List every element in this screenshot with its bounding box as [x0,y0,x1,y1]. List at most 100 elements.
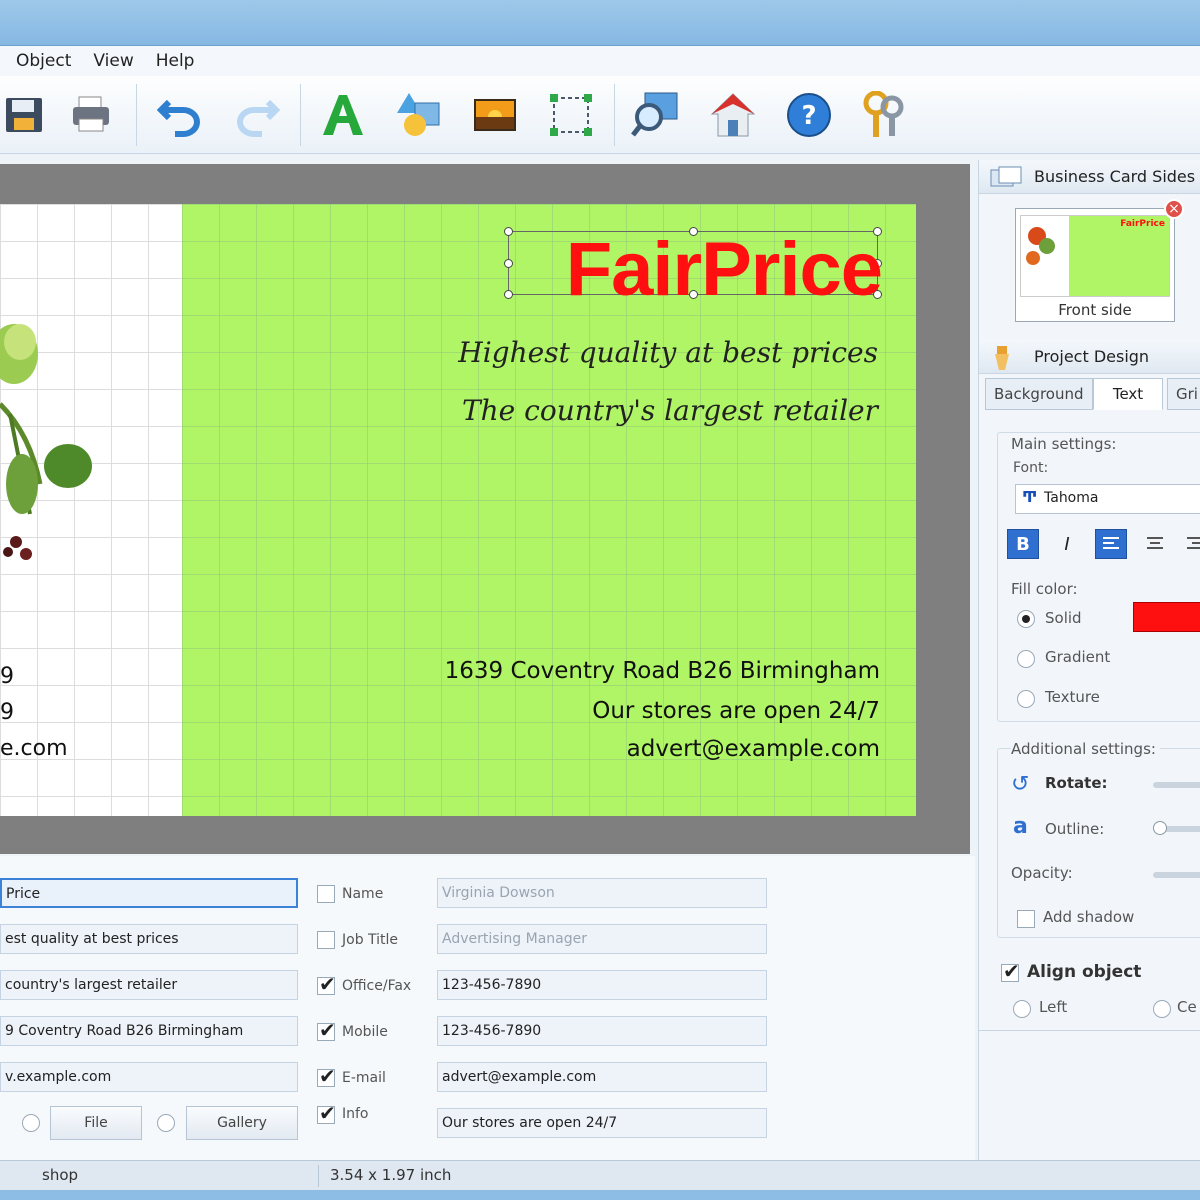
image-icon [474,99,516,131]
card-slogan-2[interactable]: The country's largest retailer [462,394,878,427]
tab-background[interactable]: Background [985,378,1093,410]
checkbox-job-title[interactable] [317,931,335,949]
partial-text: 9 [0,700,14,725]
radio-file[interactable] [22,1114,40,1132]
resize-handle[interactable] [504,227,513,236]
front-side-label: Front side [1058,301,1132,319]
zoom-icon [631,92,678,137]
field-website[interactable]: v.example.com [0,1062,298,1092]
bold-button[interactable]: B [1007,529,1039,559]
card-brand-text[interactable]: FairPrice [566,226,883,313]
align-center-button[interactable] [1139,529,1171,559]
add-shape-button[interactable] [394,90,444,140]
field-office-fax[interactable]: 123-456-7890 [437,970,767,1000]
vegetables-image [0,324,92,560]
home-icon [710,93,756,137]
redo-icon [237,99,280,137]
add-image-button[interactable] [470,90,520,140]
design-canvas[interactable]: 9 9 e.com FairPrice Highest quality at b… [0,164,970,854]
radio-texture[interactable] [1017,690,1035,708]
tab-grid[interactable]: Gri [1167,378,1200,410]
menu-help[interactable]: Help [156,51,195,71]
radio-align-center[interactable] [1153,1000,1171,1018]
rotate-slider[interactable] [1153,782,1200,788]
checkbox-office-fax[interactable] [317,972,336,996]
font-select[interactable]: Tahoma [1015,484,1200,514]
resize-handle[interactable] [504,259,513,268]
text-tool-icon [323,95,363,135]
field-company[interactable]: Price [0,878,298,908]
checkbox-add-shadow[interactable] [1017,910,1035,928]
field-email[interactable]: advert@example.com [437,1062,767,1092]
undo-button[interactable] [155,90,205,140]
fill-color-swatch[interactable] [1133,602,1200,632]
checkbox-mobile[interactable] [317,1018,336,1042]
close-icon[interactable]: × [1164,199,1184,219]
card-fields-form: Price est quality at best prices country… [0,856,975,1160]
checkbox-email[interactable] [317,1064,336,1088]
align-left-button[interactable] [1095,529,1127,559]
toolbar: ? [0,76,1200,154]
checkbox-align-object[interactable] [1001,959,1020,983]
checkbox-name[interactable] [317,885,335,903]
radio-solid[interactable] [1017,610,1035,628]
file-button[interactable]: File [50,1106,142,1140]
field-job-title[interactable]: Advertising Manager [437,924,767,954]
card-address[interactable]: 1639 Coventry Road B26 Birmingham [445,658,880,684]
additional-settings-label: Additional settings: [1011,740,1160,758]
select-button[interactable] [546,90,596,140]
label-job-title: Job Title [342,932,399,948]
field-info[interactable]: Our stores are open 24/7 [437,1108,767,1138]
redo-button[interactable] [232,90,282,140]
menu-view[interactable]: View [93,51,133,71]
field-mobile[interactable]: 123-456-7890 [437,1016,767,1046]
toolbar-separator [300,84,301,146]
menu-object[interactable]: Object [16,51,71,71]
thumbnail-right: FairPrice [1069,216,1169,296]
field-address[interactable]: 9 Coventry Road B26 Birmingham [0,1016,298,1046]
gallery-button[interactable]: Gallery [186,1106,298,1140]
card-hours[interactable]: Our stores are open 24/7 [592,698,880,724]
status-mode: shop [42,1166,79,1184]
radio-align-left[interactable] [1013,1000,1031,1018]
project-design-header[interactable]: Project Design [979,340,1200,374]
front-side-thumbnail[interactable]: FairPrice Front side × [1015,199,1184,322]
save-button[interactable] [0,90,50,140]
field-slogan-1[interactable]: est quality at best prices [0,924,298,954]
card-left-area: 9 9 e.com [0,204,182,816]
opacity-slider[interactable] [1153,872,1200,878]
label-align-left: Left [1039,998,1068,1016]
license-button[interactable] [860,90,910,140]
undo-icon [157,99,200,137]
checkbox-info[interactable] [317,1101,336,1125]
panel-divider [979,1030,1200,1031]
zoom-button[interactable] [630,90,680,140]
design-icon [995,346,1009,370]
outline-slider-thumb[interactable] [1153,821,1167,835]
field-name[interactable]: Virginia Dowson [437,878,767,908]
title-bar [0,0,1200,46]
font-type-icon: Ͳ [1022,488,1038,506]
card-email[interactable]: advert@example.com [627,736,880,762]
card-slogan-1[interactable]: Highest quality at best prices [458,336,878,369]
svg-text:?: ? [801,101,816,131]
add-text-button[interactable] [318,90,368,140]
italic-button[interactable]: I [1051,529,1083,559]
resize-handle[interactable] [504,290,513,299]
outline-icon: a [1013,814,1028,839]
label-texture: Texture [1045,688,1100,706]
radio-gallery[interactable] [157,1114,175,1132]
main-settings-label: Main settings: [1011,435,1121,453]
keys-icon [863,91,904,137]
help-button[interactable]: ? [784,90,834,140]
cards-icon [990,166,1022,187]
tab-text[interactable]: Text [1093,378,1163,410]
radio-gradient[interactable] [1017,650,1035,668]
help-icon: ? [787,93,831,137]
card-sides-header[interactable]: Business Card Sides [979,160,1200,194]
font-label: Font: [1013,460,1049,476]
field-slogan-2[interactable]: country's largest retailer [0,970,298,1000]
home-button[interactable] [708,90,758,140]
print-button[interactable] [66,90,116,140]
align-right-button[interactable] [1179,529,1200,559]
